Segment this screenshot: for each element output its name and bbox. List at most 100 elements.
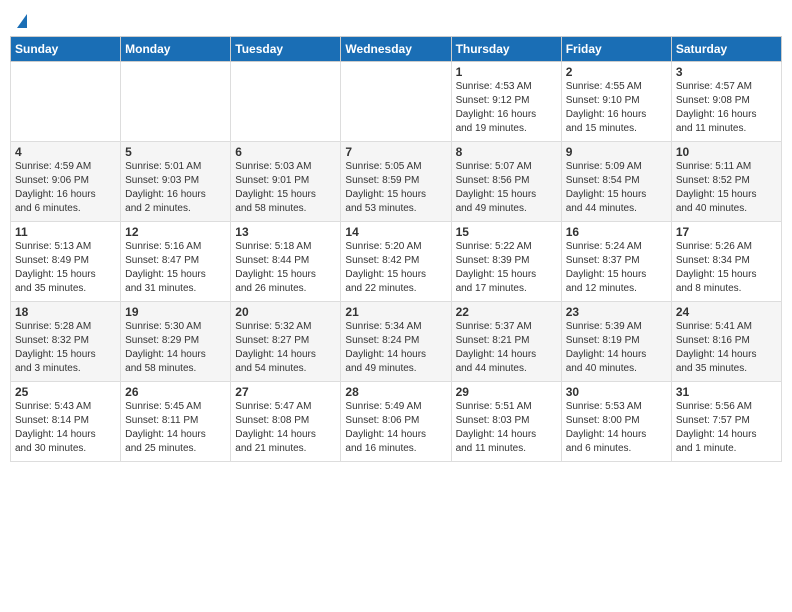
day-number: 13 — [235, 225, 336, 239]
calendar-weekday-sunday: Sunday — [11, 37, 121, 62]
day-number: 1 — [456, 65, 557, 79]
calendar-cell-3-4: 22Sunrise: 5:37 AM Sunset: 8:21 PM Dayli… — [451, 302, 561, 382]
day-number: 4 — [15, 145, 116, 159]
calendar-cell-3-5: 23Sunrise: 5:39 AM Sunset: 8:19 PM Dayli… — [561, 302, 671, 382]
calendar-weekday-friday: Friday — [561, 37, 671, 62]
day-info: Sunrise: 5:47 AM Sunset: 8:08 PM Dayligh… — [235, 400, 336, 456]
calendar-cell-4-4: 29Sunrise: 5:51 AM Sunset: 8:03 PM Dayli… — [451, 382, 561, 462]
calendar-cell-0-1 — [121, 62, 231, 142]
calendar-cell-0-5: 2Sunrise: 4:55 AM Sunset: 9:10 PM Daylig… — [561, 62, 671, 142]
calendar-cell-2-2: 13Sunrise: 5:18 AM Sunset: 8:44 PM Dayli… — [231, 222, 341, 302]
day-info: Sunrise: 5:41 AM Sunset: 8:16 PM Dayligh… — [676, 320, 777, 376]
calendar-body: 1Sunrise: 4:53 AM Sunset: 9:12 PM Daylig… — [11, 62, 782, 462]
calendar-cell-2-4: 15Sunrise: 5:22 AM Sunset: 8:39 PM Dayli… — [451, 222, 561, 302]
calendar-cell-2-5: 16Sunrise: 5:24 AM Sunset: 8:37 PM Dayli… — [561, 222, 671, 302]
day-number: 10 — [676, 145, 777, 159]
day-info: Sunrise: 5:22 AM Sunset: 8:39 PM Dayligh… — [456, 240, 557, 296]
calendar-week-2: 11Sunrise: 5:13 AM Sunset: 8:49 PM Dayli… — [11, 222, 782, 302]
day-info: Sunrise: 5:43 AM Sunset: 8:14 PM Dayligh… — [15, 400, 116, 456]
calendar-weekday-thursday: Thursday — [451, 37, 561, 62]
calendar-cell-1-6: 10Sunrise: 5:11 AM Sunset: 8:52 PM Dayli… — [671, 142, 781, 222]
day-number: 21 — [345, 305, 446, 319]
day-number: 6 — [235, 145, 336, 159]
day-number: 23 — [566, 305, 667, 319]
calendar-header-row: SundayMondayTuesdayWednesdayThursdayFrid… — [11, 37, 782, 62]
day-number: 5 — [125, 145, 226, 159]
calendar-cell-0-4: 1Sunrise: 4:53 AM Sunset: 9:12 PM Daylig… — [451, 62, 561, 142]
calendar-cell-4-5: 30Sunrise: 5:53 AM Sunset: 8:00 PM Dayli… — [561, 382, 671, 462]
calendar-cell-0-2 — [231, 62, 341, 142]
day-number: 8 — [456, 145, 557, 159]
day-number: 24 — [676, 305, 777, 319]
calendar-weekday-tuesday: Tuesday — [231, 37, 341, 62]
calendar-week-0: 1Sunrise: 4:53 AM Sunset: 9:12 PM Daylig… — [11, 62, 782, 142]
day-number: 7 — [345, 145, 446, 159]
calendar-cell-4-6: 31Sunrise: 5:56 AM Sunset: 7:57 PM Dayli… — [671, 382, 781, 462]
day-number: 3 — [676, 65, 777, 79]
day-number: 18 — [15, 305, 116, 319]
calendar-cell-1-1: 5Sunrise: 5:01 AM Sunset: 9:03 PM Daylig… — [121, 142, 231, 222]
day-number: 12 — [125, 225, 226, 239]
calendar-cell-3-2: 20Sunrise: 5:32 AM Sunset: 8:27 PM Dayli… — [231, 302, 341, 382]
day-number: 16 — [566, 225, 667, 239]
day-number: 17 — [676, 225, 777, 239]
day-number: 26 — [125, 385, 226, 399]
calendar-cell-4-2: 27Sunrise: 5:47 AM Sunset: 8:08 PM Dayli… — [231, 382, 341, 462]
day-info: Sunrise: 4:57 AM Sunset: 9:08 PM Dayligh… — [676, 80, 777, 136]
day-number: 11 — [15, 225, 116, 239]
day-info: Sunrise: 5:26 AM Sunset: 8:34 PM Dayligh… — [676, 240, 777, 296]
calendar-cell-2-1: 12Sunrise: 5:16 AM Sunset: 8:47 PM Dayli… — [121, 222, 231, 302]
calendar-cell-4-3: 28Sunrise: 5:49 AM Sunset: 8:06 PM Dayli… — [341, 382, 451, 462]
calendar-cell-4-0: 25Sunrise: 5:43 AM Sunset: 8:14 PM Dayli… — [11, 382, 121, 462]
day-info: Sunrise: 5:30 AM Sunset: 8:29 PM Dayligh… — [125, 320, 226, 376]
calendar-week-3: 18Sunrise: 5:28 AM Sunset: 8:32 PM Dayli… — [11, 302, 782, 382]
calendar-cell-1-4: 8Sunrise: 5:07 AM Sunset: 8:56 PM Daylig… — [451, 142, 561, 222]
calendar-cell-0-3 — [341, 62, 451, 142]
day-info: Sunrise: 5:32 AM Sunset: 8:27 PM Dayligh… — [235, 320, 336, 376]
day-info: Sunrise: 5:45 AM Sunset: 8:11 PM Dayligh… — [125, 400, 226, 456]
day-number: 30 — [566, 385, 667, 399]
calendar-week-4: 25Sunrise: 5:43 AM Sunset: 8:14 PM Dayli… — [11, 382, 782, 462]
day-info: Sunrise: 5:28 AM Sunset: 8:32 PM Dayligh… — [15, 320, 116, 376]
calendar-cell-3-6: 24Sunrise: 5:41 AM Sunset: 8:16 PM Dayli… — [671, 302, 781, 382]
calendar-cell-4-1: 26Sunrise: 5:45 AM Sunset: 8:11 PM Dayli… — [121, 382, 231, 462]
day-number: 20 — [235, 305, 336, 319]
day-number: 2 — [566, 65, 667, 79]
day-info: Sunrise: 5:51 AM Sunset: 8:03 PM Dayligh… — [456, 400, 557, 456]
day-number: 19 — [125, 305, 226, 319]
calendar-cell-3-3: 21Sunrise: 5:34 AM Sunset: 8:24 PM Dayli… — [341, 302, 451, 382]
day-number: 25 — [15, 385, 116, 399]
calendar-cell-3-1: 19Sunrise: 5:30 AM Sunset: 8:29 PM Dayli… — [121, 302, 231, 382]
day-info: Sunrise: 5:03 AM Sunset: 9:01 PM Dayligh… — [235, 160, 336, 216]
calendar-week-1: 4Sunrise: 4:59 AM Sunset: 9:06 PM Daylig… — [11, 142, 782, 222]
calendar-cell-0-0 — [11, 62, 121, 142]
day-number: 9 — [566, 145, 667, 159]
day-number: 22 — [456, 305, 557, 319]
day-info: Sunrise: 4:55 AM Sunset: 9:10 PM Dayligh… — [566, 80, 667, 136]
calendar-cell-2-0: 11Sunrise: 5:13 AM Sunset: 8:49 PM Dayli… — [11, 222, 121, 302]
day-info: Sunrise: 5:39 AM Sunset: 8:19 PM Dayligh… — [566, 320, 667, 376]
calendar: SundayMondayTuesdayWednesdayThursdayFrid… — [10, 36, 782, 462]
day-info: Sunrise: 4:59 AM Sunset: 9:06 PM Dayligh… — [15, 160, 116, 216]
calendar-cell-1-3: 7Sunrise: 5:05 AM Sunset: 8:59 PM Daylig… — [341, 142, 451, 222]
day-info: Sunrise: 5:11 AM Sunset: 8:52 PM Dayligh… — [676, 160, 777, 216]
day-info: Sunrise: 5:16 AM Sunset: 8:47 PM Dayligh… — [125, 240, 226, 296]
day-number: 15 — [456, 225, 557, 239]
day-info: Sunrise: 5:13 AM Sunset: 8:49 PM Dayligh… — [15, 240, 116, 296]
calendar-cell-1-5: 9Sunrise: 5:09 AM Sunset: 8:54 PM Daylig… — [561, 142, 671, 222]
day-info: Sunrise: 5:01 AM Sunset: 9:03 PM Dayligh… — [125, 160, 226, 216]
day-number: 29 — [456, 385, 557, 399]
day-info: Sunrise: 5:20 AM Sunset: 8:42 PM Dayligh… — [345, 240, 446, 296]
day-info: Sunrise: 5:24 AM Sunset: 8:37 PM Dayligh… — [566, 240, 667, 296]
day-info: Sunrise: 5:49 AM Sunset: 8:06 PM Dayligh… — [345, 400, 446, 456]
calendar-cell-2-6: 17Sunrise: 5:26 AM Sunset: 8:34 PM Dayli… — [671, 222, 781, 302]
day-info: Sunrise: 5:37 AM Sunset: 8:21 PM Dayligh… — [456, 320, 557, 376]
logo-triangle-icon — [17, 14, 27, 28]
day-number: 27 — [235, 385, 336, 399]
calendar-cell-1-0: 4Sunrise: 4:59 AM Sunset: 9:06 PM Daylig… — [11, 142, 121, 222]
day-number: 14 — [345, 225, 446, 239]
day-info: Sunrise: 5:07 AM Sunset: 8:56 PM Dayligh… — [456, 160, 557, 216]
day-info: Sunrise: 5:18 AM Sunset: 8:44 PM Dayligh… — [235, 240, 336, 296]
calendar-cell-2-3: 14Sunrise: 5:20 AM Sunset: 8:42 PM Dayli… — [341, 222, 451, 302]
header — [10, 10, 782, 28]
